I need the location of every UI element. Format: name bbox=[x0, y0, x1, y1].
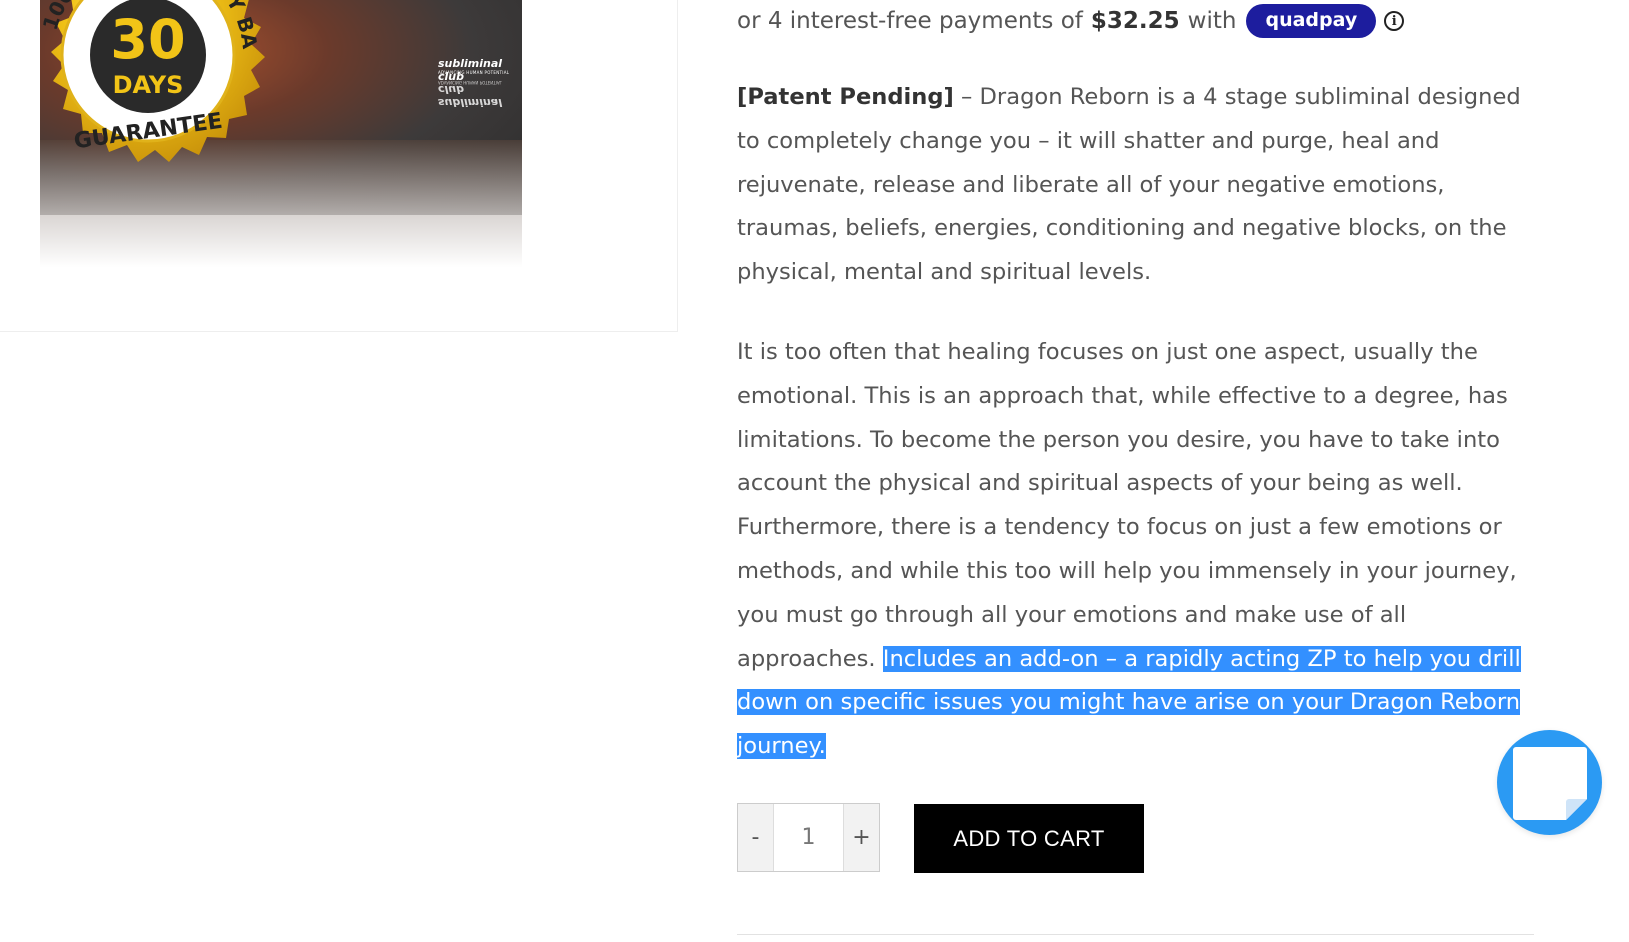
quadpay-logo[interactable]: quadpay bbox=[1246, 4, 1377, 38]
product-description-paragraph-1: [Patent Pending] – Dragon Reborn is a 4 … bbox=[737, 76, 1537, 295]
quantity-input[interactable] bbox=[774, 804, 843, 871]
info-icon[interactable]: i bbox=[1384, 11, 1405, 31]
section-divider bbox=[737, 934, 1534, 935]
description-text-2: It is too often that healing focuses on … bbox=[737, 339, 1517, 672]
description-text-1: – Dragon Reborn is a 4 stage subliminal … bbox=[737, 84, 1521, 286]
money-back-guarantee-badge: 30 DAYS 100% MONEY BACK GUARANTEE bbox=[0, 0, 265, 162]
quantity-decrease-button[interactable]: - bbox=[738, 804, 774, 871]
brand-logo-reflection: subliminal club bbox=[438, 83, 503, 109]
quantity-increase-button[interactable]: + bbox=[843, 804, 879, 871]
installment-offer: or 4 interest-free payments of $32.25 wi… bbox=[737, 3, 1405, 39]
chat-widget-button[interactable] bbox=[1497, 730, 1602, 835]
product-image-panel[interactable]: subliminal club ADVANCING HUMAN POTENTIA… bbox=[0, 0, 678, 332]
installment-suffix: with bbox=[1187, 8, 1237, 34]
svg-text:30: 30 bbox=[110, 8, 185, 71]
patent-pending-label: [Patent Pending] bbox=[737, 84, 954, 110]
product-description-paragraph-2: It is too often that healing focuses on … bbox=[737, 331, 1537, 769]
installment-amount: $32.25 bbox=[1090, 8, 1180, 34]
quantity-stepper[interactable]: - + bbox=[737, 803, 880, 872]
chat-icon bbox=[1512, 746, 1587, 820]
svg-text:DAYS: DAYS bbox=[113, 71, 184, 99]
brand-tagline: ADVANCING HUMAN POTENTIAL bbox=[438, 70, 510, 75]
installment-prefix: or 4 interest-free payments of bbox=[737, 8, 1083, 34]
add-to-cart-button[interactable]: ADD TO CART bbox=[914, 804, 1144, 873]
